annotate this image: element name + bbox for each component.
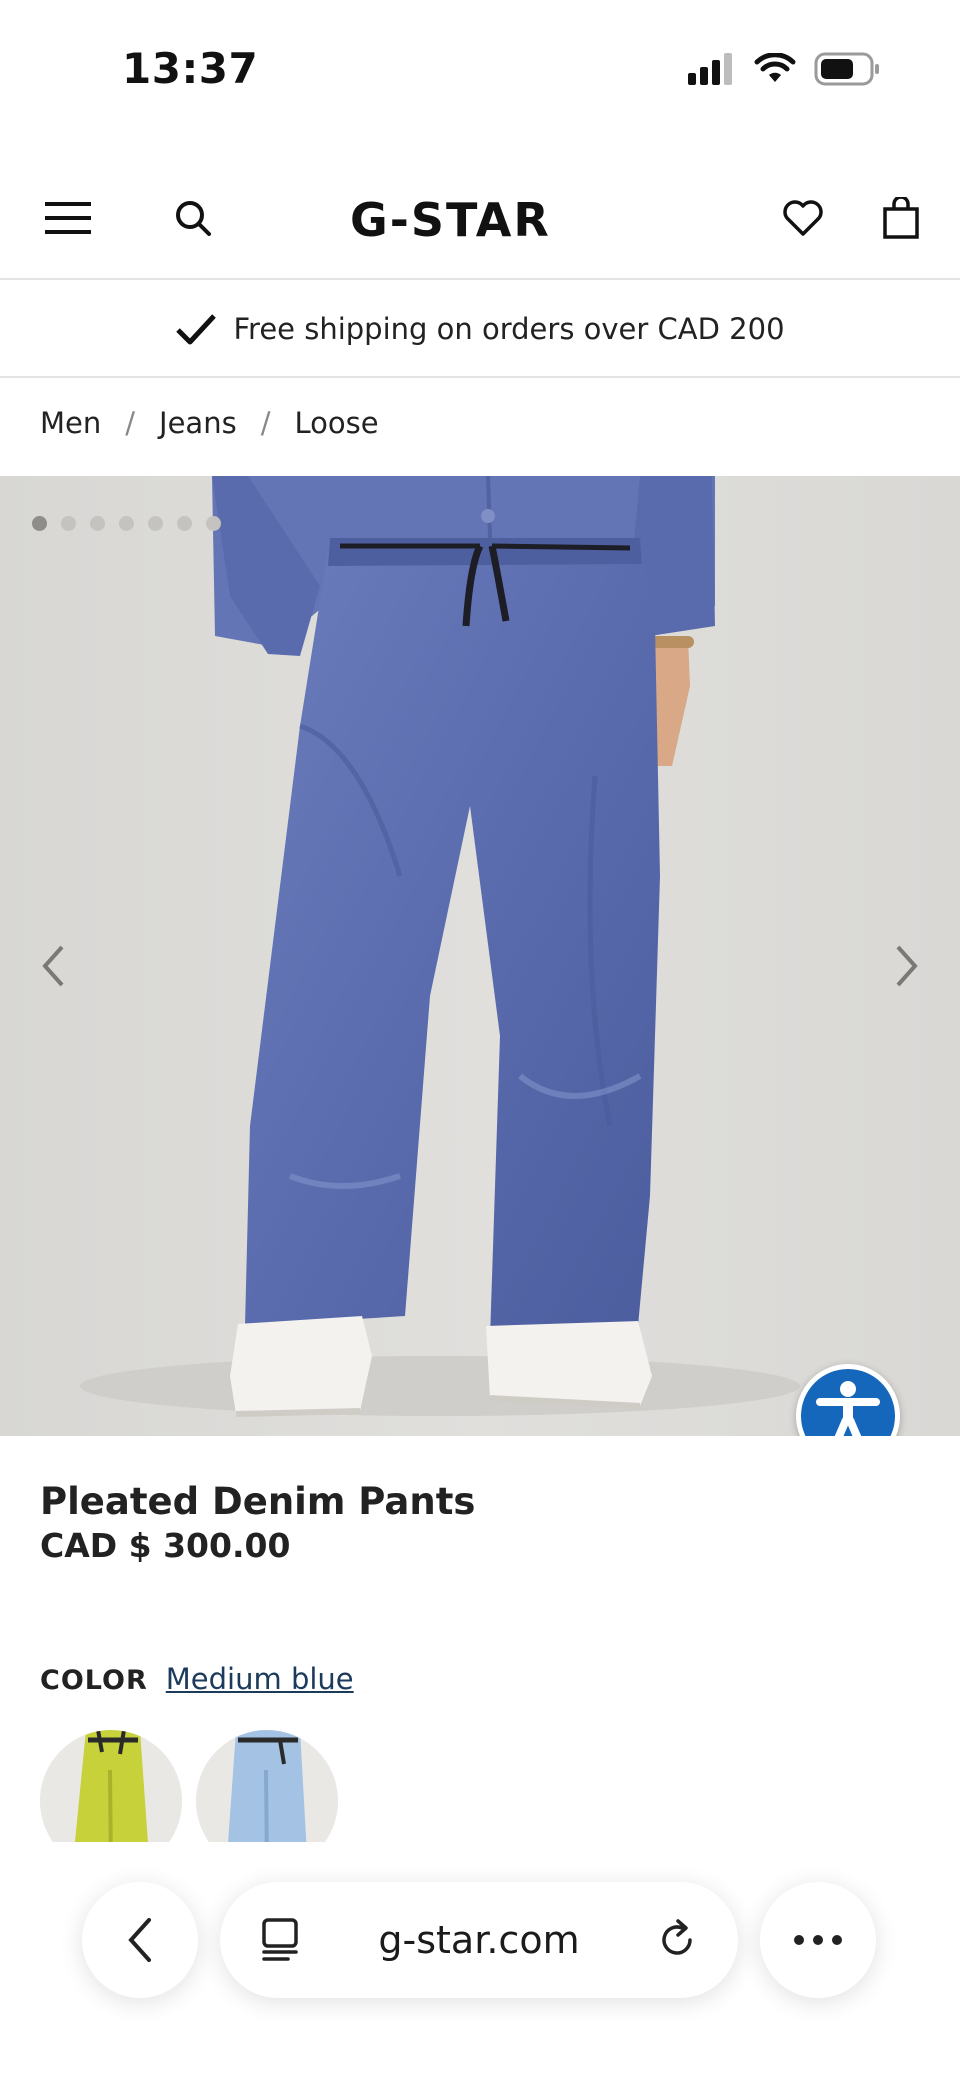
carousel-dot[interactable] bbox=[32, 516, 47, 531]
shopping-bag-icon bbox=[883, 197, 919, 239]
product-price: CAD $ 300.00 bbox=[40, 1526, 291, 1565]
browser-back-button[interactable] bbox=[82, 1882, 198, 1998]
chevron-left-icon bbox=[42, 945, 64, 987]
wishlist-button[interactable] bbox=[773, 188, 833, 248]
url-text: g-star.com bbox=[378, 1918, 580, 1962]
carousel-dot[interactable] bbox=[177, 516, 192, 531]
swatch-image bbox=[40, 1730, 182, 1842]
search-button[interactable] bbox=[163, 188, 223, 248]
carousel-indicators bbox=[32, 516, 221, 531]
hamburger-icon bbox=[45, 202, 91, 234]
color-selector-label: COLOR Medium blue bbox=[40, 1662, 354, 1696]
breadcrumb-men[interactable]: Men bbox=[40, 406, 101, 440]
product-photo bbox=[0, 476, 960, 1436]
color-swatch-lime[interactable] bbox=[40, 1730, 182, 1842]
g-star-logo[interactable]: G-STAR bbox=[350, 190, 610, 254]
carousel-prev-button[interactable] bbox=[28, 936, 78, 996]
product-image-carousel[interactable] bbox=[0, 476, 960, 1436]
product-name: Pleated Denim Pants bbox=[40, 1480, 476, 1523]
shipping-banner: Free shipping on orders over CAD 200 bbox=[0, 282, 960, 378]
color-swatches bbox=[40, 1730, 338, 1842]
carousel-dot[interactable] bbox=[148, 516, 163, 531]
breadcrumb-loose[interactable]: Loose bbox=[294, 406, 378, 440]
more-icon bbox=[794, 1935, 842, 1945]
tab-overview-icon bbox=[262, 1918, 298, 1961]
status-bar: 13:37 bbox=[0, 0, 960, 140]
breadcrumb-jeans[interactable]: Jeans bbox=[159, 406, 237, 440]
heart-icon bbox=[783, 200, 823, 236]
swatch-image bbox=[196, 1730, 338, 1842]
chevron-right-icon bbox=[896, 945, 918, 987]
battery-icon bbox=[814, 52, 879, 86]
accessibility-icon bbox=[816, 1381, 880, 1436]
search-icon bbox=[176, 201, 211, 236]
carousel-next-button[interactable] bbox=[882, 936, 932, 996]
breadcrumb-separator: / bbox=[125, 406, 136, 440]
breadcrumb: Men / Jeans / Loose bbox=[40, 406, 379, 440]
carousel-dot[interactable] bbox=[90, 516, 105, 531]
browser-address-bar[interactable]: g-star.com bbox=[220, 1882, 738, 1998]
breadcrumb-separator: / bbox=[260, 406, 271, 440]
menu-button[interactable] bbox=[38, 188, 98, 248]
carousel-dot[interactable] bbox=[61, 516, 76, 531]
selected-color-link[interactable]: Medium blue bbox=[166, 1662, 354, 1696]
site-header: G-STAR bbox=[0, 160, 960, 280]
logo-text: G-STAR bbox=[350, 193, 551, 247]
browser-more-button[interactable] bbox=[760, 1882, 876, 1998]
signal-icon bbox=[688, 53, 732, 85]
checkmark-icon bbox=[176, 314, 217, 345]
chevron-left-icon bbox=[128, 1918, 151, 1962]
status-icons bbox=[688, 52, 880, 86]
shipping-text: Free shipping on orders over CAD 200 bbox=[233, 312, 785, 346]
carousel-dot[interactable] bbox=[119, 516, 134, 531]
reload-icon[interactable] bbox=[658, 1918, 698, 1962]
status-time: 13:37 bbox=[122, 44, 259, 93]
carousel-dot[interactable] bbox=[206, 516, 221, 531]
color-label: COLOR bbox=[40, 1665, 148, 1696]
color-swatch-light-blue[interactable] bbox=[196, 1730, 338, 1842]
cart-button[interactable] bbox=[871, 188, 931, 248]
wifi-icon bbox=[754, 53, 796, 82]
